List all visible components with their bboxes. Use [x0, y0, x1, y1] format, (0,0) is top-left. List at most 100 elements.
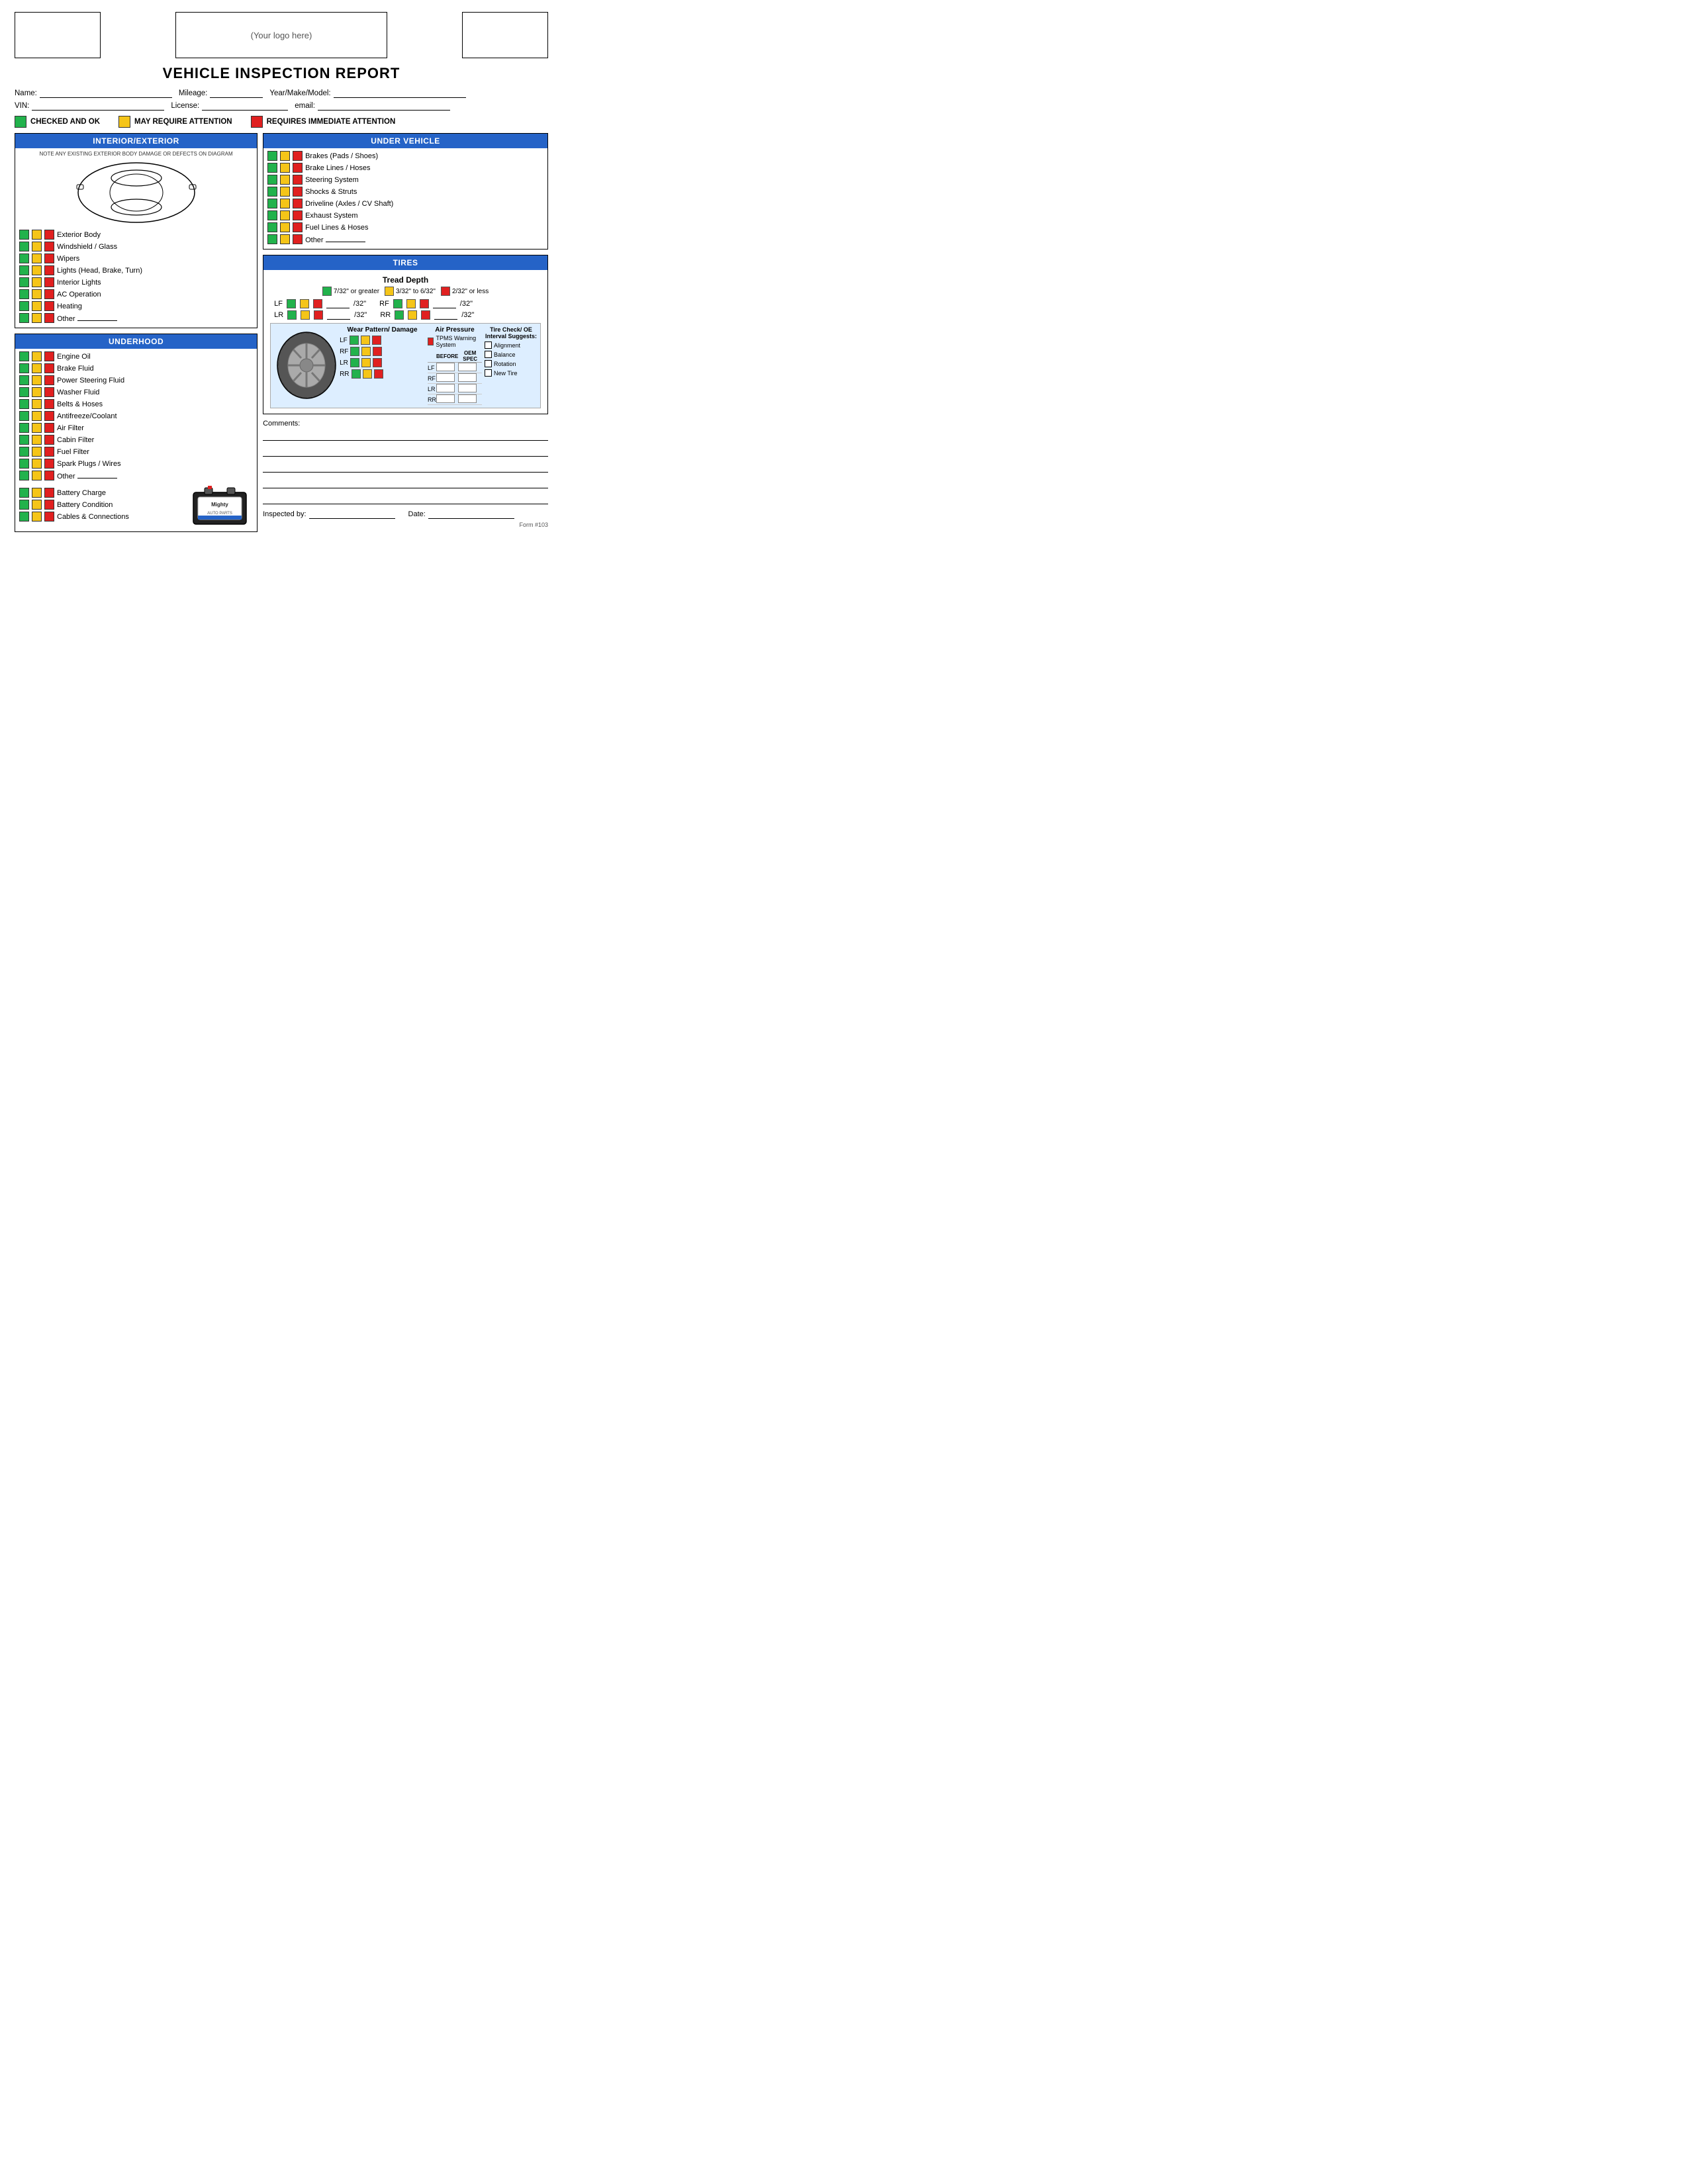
vin-input[interactable] — [32, 101, 164, 111]
check-label: Fuel Lines & Hoses — [305, 224, 543, 232]
list-item: Shocks & Struts — [267, 187, 543, 197]
check-label: Other — [305, 234, 543, 244]
checkbox-balance[interactable] — [485, 351, 492, 358]
list-item: Belts & Hoses — [19, 399, 253, 409]
check-label: Interior Lights — [57, 279, 253, 287]
check-label: Belts & Hoses — [57, 400, 253, 408]
tread-rr-val[interactable] — [434, 311, 457, 320]
comment-line-5[interactable] — [263, 494, 548, 504]
wear-lr-green — [350, 358, 359, 367]
car-svg — [73, 159, 199, 226]
car-diagram — [19, 159, 253, 226]
air-rr-oemspec[interactable] — [458, 394, 477, 403]
name-label: Name: — [15, 89, 37, 97]
air-pressure-title: Air Pressure — [428, 326, 482, 334]
list-item: Heating — [19, 301, 253, 311]
sq-green-square — [267, 175, 277, 185]
check-new-tire: New Tire — [485, 369, 538, 377]
inspected-by-input[interactable] — [309, 510, 395, 519]
check-label: Cabin Filter — [57, 436, 253, 444]
interior-exterior-body: NOTE ANY EXISTING EXTERIOR BODY DAMAGE O… — [15, 148, 257, 328]
tread-lf-yellow — [300, 299, 309, 308]
air-lf-before[interactable] — [436, 363, 455, 371]
logo-placeholder: (Your logo here) — [251, 30, 312, 40]
air-rf-before[interactable] — [436, 373, 455, 382]
air-col-before: BEFORE — [436, 350, 458, 363]
check-label: Fuel Filter — [57, 448, 253, 456]
list-item: Windshield / Glass — [19, 242, 253, 251]
tread-red-label: 2/32" or less — [452, 288, 489, 295]
check-underline[interactable] — [77, 471, 117, 478]
svg-text:Mighty: Mighty — [211, 502, 228, 508]
sq-red-square — [293, 175, 303, 185]
tpms-row: TPMS Warning System — [428, 335, 482, 348]
sq-yellow-square — [32, 313, 42, 323]
air-lf-oemspec[interactable] — [458, 363, 477, 371]
green-square — [15, 116, 26, 128]
tread-lr-val[interactable] — [327, 311, 350, 320]
air-col-blank — [428, 350, 436, 363]
label-rotation: Rotation — [494, 361, 516, 367]
check-label: Air Filter — [57, 424, 253, 432]
air-rr-before[interactable] — [436, 394, 455, 403]
sq-red-square — [44, 500, 54, 510]
mileage-input[interactable] — [210, 89, 263, 98]
sq-green-square — [19, 277, 29, 287]
battery-items-list: Battery ChargeBattery ConditionCables & … — [19, 488, 187, 522]
sq-green-square — [19, 289, 29, 299]
check-label: Wipers — [57, 255, 253, 263]
sq-red-square — [44, 471, 54, 480]
tread-rf-val[interactable] — [433, 300, 456, 308]
sq-yellow-square — [280, 210, 290, 220]
tire-svg — [275, 331, 338, 400]
sq-yellow-square — [32, 351, 42, 361]
air-lr-before[interactable] — [436, 384, 455, 392]
license-label: License: — [171, 102, 199, 110]
tread-lf-val[interactable] — [326, 300, 350, 308]
sq-red-square — [293, 199, 303, 208]
comment-line-3[interactable] — [263, 462, 548, 473]
legend: CHECKED AND OK MAY REQUIRE ATTENTION REQ… — [15, 116, 548, 128]
date-input[interactable] — [428, 510, 514, 519]
check-label: Battery Charge — [57, 489, 187, 497]
comment-line-2[interactable] — [263, 446, 548, 457]
sq-green-square — [267, 199, 277, 208]
checkbox-rotation[interactable] — [485, 360, 492, 367]
tread-depth-title: Tread Depth — [267, 275, 543, 285]
sq-yellow-square — [32, 488, 42, 498]
checkbox-alignment[interactable] — [485, 341, 492, 349]
license-input[interactable] — [202, 101, 288, 111]
wear-lr: LR — [340, 358, 425, 367]
sq-green-square — [19, 242, 29, 251]
wear-rf: RF — [340, 347, 425, 356]
air-rf-oemspec[interactable] — [458, 373, 477, 382]
sq-green-square — [19, 471, 29, 480]
sq-red-square — [293, 187, 303, 197]
year-make-model-input[interactable] — [334, 89, 466, 98]
air-row-rf: RF — [428, 373, 482, 384]
interior-exterior-section: INTERIOR/EXTERIOR NOTE ANY EXISTING EXTE… — [15, 133, 258, 328]
form-row-1: Name: Mileage: Year/Make/Model: — [15, 89, 548, 98]
inspected-row: Inspected by: Date: — [263, 510, 548, 519]
email-input[interactable] — [318, 101, 450, 111]
tire-image-col — [273, 326, 340, 405]
main-content: INTERIOR/EXTERIOR NOTE ANY EXISTING EXTE… — [15, 133, 548, 537]
sq-yellow-square — [32, 363, 42, 373]
sq-green-square — [19, 488, 29, 498]
check-underline[interactable] — [326, 234, 365, 242]
name-input[interactable] — [40, 89, 172, 98]
checkbox-new-tire[interactable] — [485, 369, 492, 377]
comment-line-1[interactable] — [263, 430, 548, 441]
tread-rf-label: RF — [379, 300, 389, 308]
tread-lf-unit: /32" — [353, 300, 366, 308]
tread-green-label: 7/32" or greater — [334, 288, 379, 295]
sq-green-square — [19, 387, 29, 397]
email-label: email: — [295, 102, 315, 110]
wear-rr: RR — [340, 369, 425, 379]
check-underline[interactable] — [77, 313, 117, 321]
sq-yellow-square — [32, 423, 42, 433]
comment-line-4[interactable] — [263, 478, 548, 488]
check-label: Brakes (Pads / Shoes) — [305, 152, 543, 160]
check-label: Brake Lines / Hoses — [305, 164, 543, 172]
air-lr-oemspec[interactable] — [458, 384, 477, 392]
